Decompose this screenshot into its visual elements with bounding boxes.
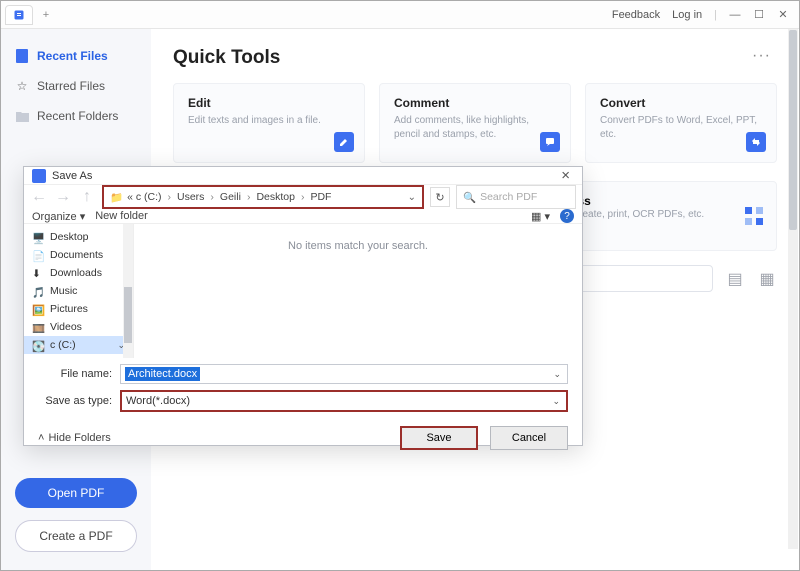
- page-title: Quick Tools: [173, 47, 777, 69]
- folder-contents: No items match your search.: [134, 224, 582, 358]
- card-title: Comment: [394, 96, 556, 110]
- filename-input[interactable]: Architect.docx ⌄: [120, 364, 568, 384]
- sidebar-item-recent-folders[interactable]: Recent Folders: [1, 101, 151, 131]
- card-desc: Convert PDFs to Word, Excel, PPT, etc.: [600, 114, 762, 142]
- minimize-button[interactable]: —: [723, 6, 747, 24]
- tree-scrollbar[interactable]: [123, 224, 133, 358]
- search-icon: 🔍: [463, 191, 476, 204]
- sidebar-item-label: Recent Files: [37, 49, 108, 63]
- folder-icon: 🖥️: [32, 232, 45, 243]
- chevron-down-icon[interactable]: ⌄: [552, 396, 560, 407]
- tree-item[interactable]: 🖼️Pictures: [24, 300, 133, 318]
- refresh-button[interactable]: ↻: [430, 187, 450, 207]
- view-list-icon[interactable]: ▤: [725, 269, 745, 289]
- drive-icon: 💽: [32, 340, 45, 351]
- nav-forward-icon[interactable]: →: [54, 188, 72, 206]
- organize-menu[interactable]: Organize ▾: [32, 210, 85, 223]
- maximize-button[interactable]: ☐: [747, 6, 771, 24]
- card-desc: Add comments, like highlights, pencil an…: [394, 114, 556, 142]
- card-desc: Edit texts and images in a file.: [188, 114, 350, 128]
- convert-icon: [746, 132, 766, 152]
- card-comment[interactable]: Comment Add comments, like highlights, p…: [379, 83, 571, 163]
- filename-label: File name:: [38, 368, 112, 380]
- view-options-icon[interactable]: ▦ ▾: [531, 210, 550, 223]
- batch-icon: [744, 206, 764, 226]
- app-tab[interactable]: [5, 5, 33, 25]
- chevron-down-icon[interactable]: ⌄: [408, 192, 416, 203]
- dialog-search-input[interactable]: 🔍 Search PDF: [456, 185, 576, 209]
- folder-icon: 📄: [32, 250, 45, 261]
- tree-item[interactable]: ⬇Downloads: [24, 264, 133, 282]
- empty-message: No items match your search.: [288, 240, 428, 252]
- tree-item[interactable]: 🎞️Videos: [24, 318, 133, 336]
- card-edit[interactable]: Edit Edit texts and images in a file.: [173, 83, 365, 163]
- dialog-titlebar: Save As ×: [24, 167, 582, 185]
- nav-back-icon[interactable]: ←: [30, 188, 48, 206]
- hide-folders-toggle[interactable]: ˄ Hide Folders: [38, 432, 111, 444]
- tree-item[interactable]: 🎵Music: [24, 282, 133, 300]
- help-icon[interactable]: ?: [560, 209, 574, 223]
- music-icon: 🎵: [32, 286, 45, 297]
- close-button[interactable]: ✕: [771, 6, 795, 24]
- open-pdf-button[interactable]: Open PDF: [15, 478, 137, 508]
- more-button[interactable]: ···: [752, 47, 771, 65]
- pictures-icon: 🖼️: [32, 304, 45, 315]
- card-convert[interactable]: Convert Convert PDFs to Word, Excel, PPT…: [585, 83, 777, 163]
- dialog-title: Save As: [52, 170, 92, 182]
- nav-up-icon[interactable]: ↑: [78, 188, 96, 206]
- star-icon: ☆: [15, 79, 29, 93]
- sidebar-item-label: Starred Files: [37, 79, 105, 93]
- feedback-link[interactable]: Feedback: [612, 9, 660, 21]
- save-as-dialog: Save As × ← → ↑ 📁 « c (C:)› Users› Geili…: [23, 166, 583, 446]
- download-icon: ⬇: [32, 268, 45, 279]
- login-link[interactable]: Log in: [672, 9, 702, 21]
- view-grid-icon[interactable]: ▦: [757, 269, 777, 289]
- comment-icon: [540, 132, 560, 152]
- card-title: Edit: [188, 96, 350, 110]
- vertical-scrollbar[interactable]: [788, 29, 798, 549]
- chevron-up-icon: ˄: [38, 432, 44, 444]
- save-as-type-select[interactable]: Word(*.docx) ⌄: [120, 390, 568, 412]
- tree-item[interactable]: 🖥️Desktop: [24, 228, 133, 246]
- breadcrumb[interactable]: 📁 « c (C:)› Users› Geili› Desktop› PDF ⌄: [102, 185, 424, 209]
- chevron-down-icon[interactable]: ⌄: [553, 369, 561, 380]
- tree-item[interactable]: 📄Documents: [24, 246, 133, 264]
- sidebar-item-recent-files[interactable]: Recent Files: [1, 41, 151, 71]
- pdf-app-icon: [13, 9, 25, 21]
- new-folder-button[interactable]: New folder: [95, 210, 148, 222]
- sidebar-item-starred-files[interactable]: ☆ Starred Files: [1, 71, 151, 101]
- edit-icon: [334, 132, 354, 152]
- create-pdf-button[interactable]: Create a PDF: [15, 520, 137, 552]
- cancel-button[interactable]: Cancel: [490, 426, 568, 450]
- pdf-app-icon: [32, 169, 46, 183]
- folder-icon: 📁: [110, 191, 123, 204]
- videos-icon: 🎞️: [32, 322, 45, 333]
- close-icon[interactable]: ×: [557, 167, 574, 184]
- save-button[interactable]: Save: [400, 426, 478, 450]
- file-icon: [15, 49, 29, 63]
- folder-icon: [15, 109, 29, 123]
- save-as-type-label: Save as type:: [38, 395, 112, 407]
- window-titlebar: + Feedback Log in | — ☐ ✕: [1, 1, 799, 29]
- sidebar-item-label: Recent Folders: [37, 109, 118, 123]
- tree-item[interactable]: 💽c (C:)⌄: [24, 336, 133, 354]
- new-tab-button[interactable]: +: [37, 6, 55, 24]
- card-title: Convert: [600, 96, 762, 110]
- folder-tree: 🖥️Desktop 📄Documents ⬇Downloads 🎵Music 🖼…: [24, 224, 134, 358]
